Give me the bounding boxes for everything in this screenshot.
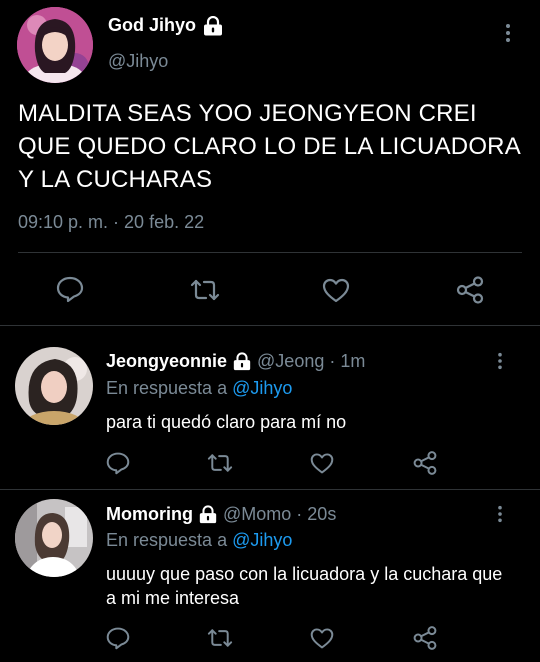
retweet-icon[interactable] (205, 451, 235, 475)
reply-text: para ti quedó claro para mí no (106, 412, 347, 432)
reply-author-handle[interactable]: @Jeong (257, 351, 324, 372)
reply-icon[interactable] (55, 275, 85, 303)
lock-icon (232, 352, 252, 371)
reply-icon[interactable] (105, 626, 131, 650)
divider (0, 325, 540, 326)
replying-to-link[interactable]: @Jihyo (232, 530, 292, 550)
retweet-icon[interactable] (205, 626, 235, 650)
more-options-icon[interactable] (498, 22, 518, 44)
author-handle[interactable]: @Jihyo (108, 51, 168, 72)
like-icon[interactable] (309, 451, 335, 475)
share-icon[interactable] (455, 275, 485, 305)
reply-time[interactable]: · 20s (296, 504, 336, 525)
author-avatar[interactable] (17, 7, 93, 83)
replying-to: En respuesta a @Jihyo (106, 378, 292, 399)
reply-header[interactable]: Jeongyeonnie @Jeong · 1m (106, 351, 365, 372)
divider (18, 252, 522, 253)
author-name[interactable]: God Jihyo (108, 15, 196, 36)
retweet-icon[interactable] (188, 276, 222, 304)
reply-text: uuuuy que paso con la licuadora y la cuc… (106, 564, 503, 608)
like-icon[interactable] (309, 626, 335, 650)
reply-author-handle[interactable]: @Momo (223, 504, 291, 525)
share-icon[interactable] (412, 625, 438, 651)
replying-to-link[interactable]: @Jihyo (232, 378, 292, 398)
more-options-icon[interactable] (491, 504, 509, 524)
reply-avatar[interactable] (15, 499, 93, 577)
reply-author-name[interactable]: Jeongyeonnie (106, 351, 227, 372)
replying-to-label: En respuesta a (106, 530, 228, 550)
reply-icon[interactable] (105, 451, 131, 475)
reply-header[interactable]: Momoring @Momo · 20s (106, 504, 336, 525)
tweet-text: MALDITA SEAS YOO JEONGYEON CREI QUE QUED… (18, 100, 520, 193)
author-name-row[interactable]: God Jihyo (108, 15, 224, 36)
replying-to-label: En respuesta a (106, 378, 228, 398)
like-icon[interactable] (321, 276, 351, 304)
share-icon[interactable] (412, 450, 438, 476)
replying-to: En respuesta a @Jihyo (106, 530, 292, 551)
reply-author-name[interactable]: Momoring (106, 504, 193, 525)
lock-icon (198, 505, 218, 524)
reply-avatar[interactable] (15, 347, 93, 425)
tweet-timestamp[interactable]: 09:10 p. m. · 20 feb. 22 (18, 212, 204, 233)
divider (0, 489, 540, 490)
lock-icon (202, 15, 224, 36)
more-options-icon[interactable] (491, 351, 509, 371)
reply-time[interactable]: · 1m (329, 351, 365, 372)
